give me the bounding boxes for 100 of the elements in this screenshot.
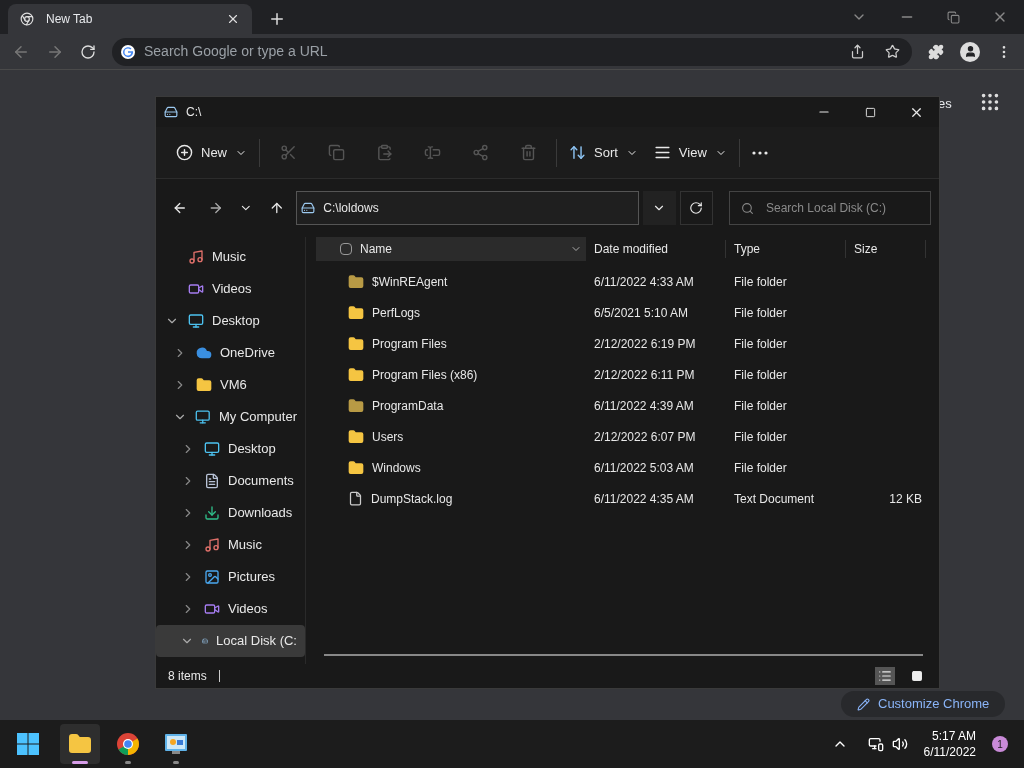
copy-icon [327,144,345,161]
bookmark-star-icon[interactable] [885,44,900,59]
chrome-icon [20,12,34,26]
document-icon [204,473,220,489]
start-icon[interactable] [16,732,40,756]
maximize-icon [864,106,876,118]
extensions-icon[interactable] [928,43,944,60]
cut-icon [279,144,297,161]
notification-badge[interactable]: 1 [992,736,1008,752]
file-icon [348,491,363,506]
file-name: Program Files [372,335,447,353]
tree-item[interactable]: Videos [156,273,305,305]
file-name: ProgramData [372,397,444,415]
type-cell-text: File folder [733,459,788,477]
cloud-icon [196,345,212,361]
type-cell-text: File folder [733,335,788,353]
date-cell-text: 6/11/2022 4:35 AM [593,490,695,508]
computer-icon [195,409,211,425]
column-header[interactable]: Size [846,240,926,258]
profile-avatar[interactable] [960,41,980,62]
tree-item[interactable]: Downloads [156,497,305,529]
close-tab-icon[interactable] [226,12,240,26]
share-icon[interactable] [850,44,865,59]
size-cell-text: 12 KB [889,490,922,508]
tree-item[interactable]: VM6 [156,369,305,401]
date-cell-text: 6/11/2022 5:03 AM [593,459,695,477]
music-icon [188,249,204,265]
reload-icon[interactable] [80,43,96,60]
tree-item[interactable]: Pictures [156,561,305,593]
share-icon [471,144,489,161]
tree-item[interactable]: Music [156,241,305,273]
customize-chrome-button[interactable]: Customize Chrome [841,691,1006,717]
tree-item[interactable]: Videos [156,593,305,625]
control-panel-icon [164,733,188,755]
column-header[interactable]: Date modified [586,240,726,258]
date-cell-text: 2/12/2022 6:19 PM [593,335,697,353]
refresh-button[interactable] [679,191,713,225]
column-header[interactable]: Name [316,237,586,261]
date-cell-text: 2/12/2022 6:07 PM [593,428,697,446]
volume-icon[interactable] [891,736,908,752]
file-name: Program Files (x86) [372,366,478,384]
video-icon [188,281,204,297]
file-name: Windows [372,459,421,477]
sort-icon [569,144,586,161]
new-button[interactable]: New [168,134,255,171]
back-icon[interactable] [172,200,188,216]
chrome-logo-icon [116,732,140,756]
plus-icon [176,144,193,161]
search-field[interactable]: Search Local Disk (C:) [729,191,931,225]
details-view-button[interactable] [875,667,895,685]
restore-icon[interactable] [947,10,960,24]
lines-icon [653,144,671,161]
status-text: 8 items [168,668,207,685]
type-cell-text: File folder [733,304,788,322]
rename-icon [423,144,441,161]
tree-item[interactable]: Desktop [156,305,305,337]
column-header[interactable]: Type [726,240,846,258]
music-icon [204,537,220,553]
network-icon[interactable] [867,736,884,752]
date-cell-text: 6/11/2022 4:33 AM [593,273,695,291]
paste-icon [375,144,393,161]
date-cell-text: 6/11/2022 4:39 AM [593,397,695,415]
clock-time[interactable]: 5:17 AM [931,728,976,744]
tree-item[interactable]: My Computer [156,401,305,433]
new-tab-icon[interactable] [268,10,286,28]
monitor-icon [204,441,220,457]
type-cell-text: File folder [733,366,788,384]
folder-icon [196,377,212,393]
apps-grid-icon[interactable] [979,91,1001,113]
person-icon [963,45,977,58]
picture-icon [204,569,220,585]
refresh-icon [689,201,704,215]
view-button[interactable]: View [645,134,735,171]
select-all-checkbox[interactable] [340,243,352,255]
tree-item[interactable]: Desktop [156,433,305,465]
tree-item[interactable]: Documents [156,465,305,497]
tree-item[interactable]: Music [156,529,305,561]
file-name: DumpStack.log [371,490,453,508]
sort-button[interactable]: Sort [561,134,646,171]
browser-tab[interactable]: New Tab [8,4,252,34]
taskbar-app[interactable] [60,724,100,764]
square-icon [911,670,923,682]
window-title: C:\ [186,104,202,121]
download-icon [204,505,220,521]
type-cell-text: Text Document [733,490,816,508]
type-cell-text: File folder [733,397,788,415]
file-name: $WinREAgent [372,273,448,291]
tree-item[interactable]: OneDrive [156,337,305,369]
address-bar[interactable]: C:\loldows [296,191,639,225]
clock-date[interactable]: 6/11/2022 [923,744,976,760]
column-label: Name [360,241,392,258]
delete-icon [519,144,537,161]
tree-item[interactable]: Local Disk (C: [156,625,305,657]
more-icon [751,150,768,155]
search-icon [741,202,754,215]
video-icon [204,601,220,617]
omnibox[interactable]: Search Google or type a URL [112,37,912,66]
google-logo-icon [120,43,136,60]
file-name: Users [372,428,404,446]
list-icon [878,669,892,683]
